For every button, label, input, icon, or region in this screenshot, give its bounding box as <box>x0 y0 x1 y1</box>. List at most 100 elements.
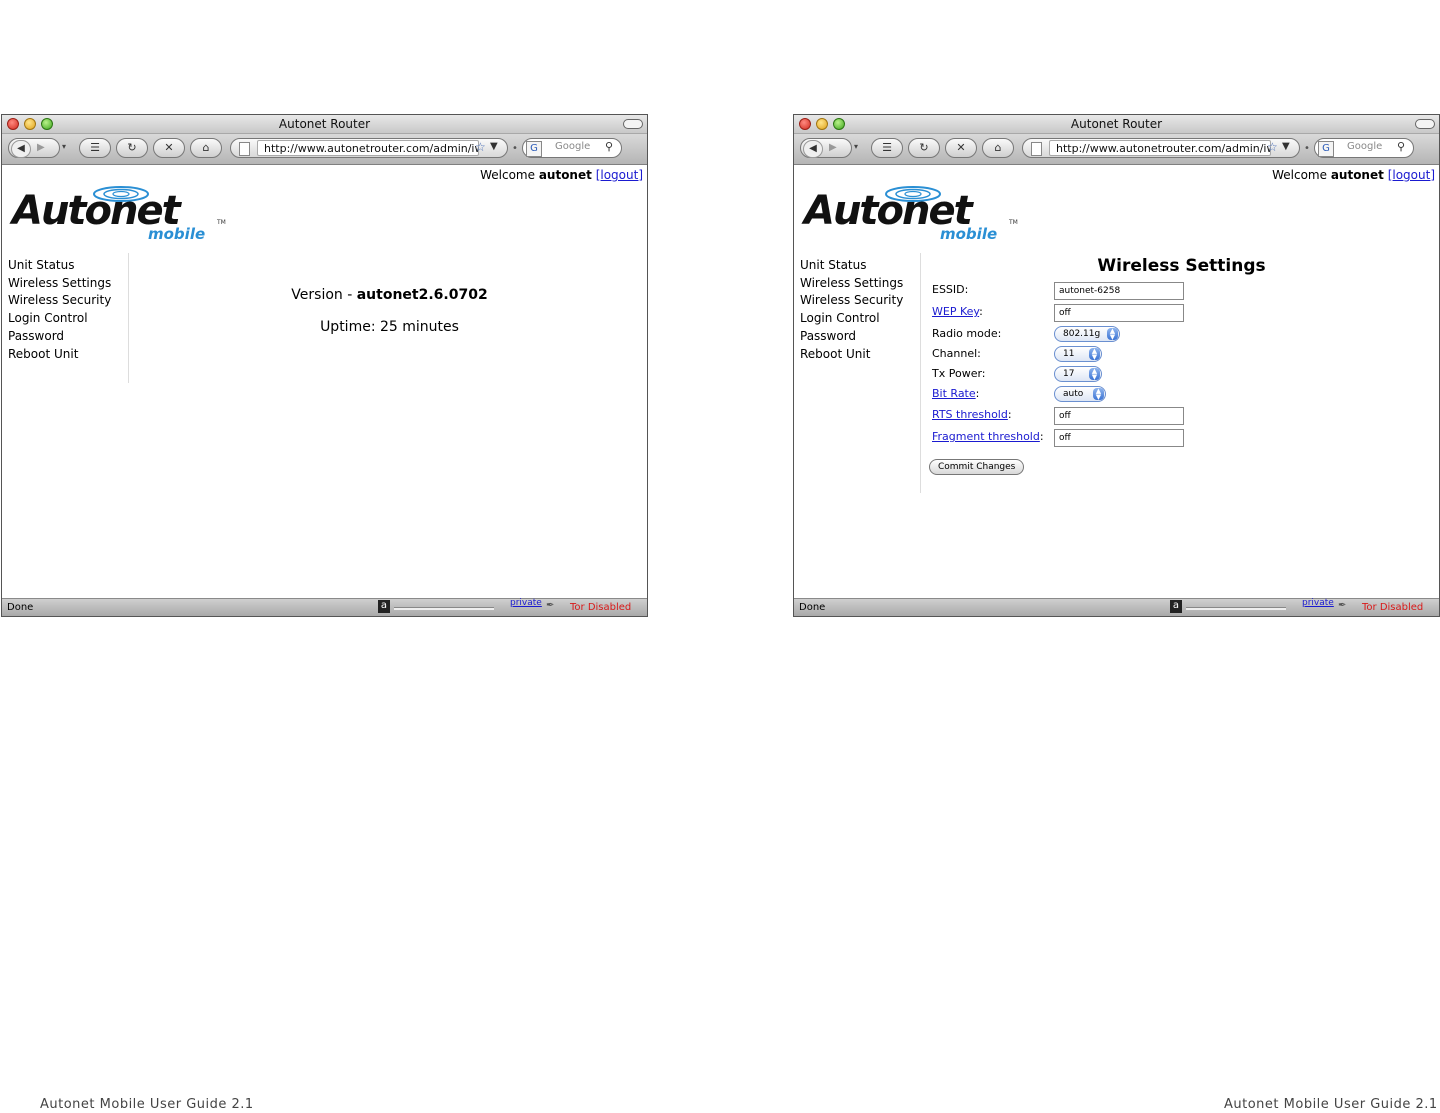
page-document-icon <box>1031 142 1042 156</box>
wep-key-link[interactable]: WEP Key <box>932 305 979 318</box>
fragment-threshold-row: Fragment threshold: <box>932 428 1044 446</box>
nav-item-wireless-settings[interactable]: Wireless Settings <box>800 275 918 293</box>
history-dropdown-icon[interactable]: ▾ <box>854 142 858 151</box>
radio-mode-select[interactable]: 802.11g ▲ ▼ <box>1054 326 1120 342</box>
feather-icon[interactable]: ✒ <box>546 600 554 611</box>
welcome-message: Welcome autonet [logout] <box>480 168 643 182</box>
welcome-prefix: Welcome <box>1272 168 1327 182</box>
forward-arrow-icon[interactable]: ▶ <box>829 139 837 157</box>
url-input[interactable]: http://www.autonetrouter.com/admin/iw <box>257 140 479 156</box>
google-engine-icon[interactable]: G <box>1318 141 1334 157</box>
home-button[interactable]: ⌂ <box>190 138 222 158</box>
forward-arrow-icon[interactable]: ▶ <box>37 139 45 157</box>
history-dropdown-icon[interactable]: ▾ <box>62 142 66 151</box>
fragment-threshold-input[interactable]: off <box>1054 429 1184 447</box>
private-link[interactable]: private <box>510 598 542 608</box>
status-bar: Done a private ✒ Tor Disabled <box>2 598 647 616</box>
rts-threshold-colon: : <box>1007 408 1012 421</box>
status-slider[interactable] <box>1186 607 1286 610</box>
fragment-threshold-link[interactable]: Fragment threshold <box>932 430 1040 443</box>
browser-toolbar: ◀ ▶ ▾ ☰ ↻ ✕ ⌂ http://www.autonetrouter.c… <box>2 134 647 165</box>
logout-link[interactable]: [logout] <box>1388 168 1435 182</box>
footer-left: Autonet Mobile User Guide 2.1 <box>40 1097 254 1112</box>
search-box[interactable]: G Google ⚲ <box>1314 138 1414 158</box>
channel-select[interactable]: 11 ▲ ▼ <box>1054 346 1102 362</box>
page-title: Wireless Settings <box>1097 256 1266 276</box>
nav-item-login-control[interactable]: Login Control <box>800 310 918 328</box>
logo-trademark: TM <box>1009 219 1018 226</box>
reload-button[interactable]: ↻ <box>908 138 940 158</box>
back-arrow-icon[interactable]: ◀ <box>11 140 31 158</box>
bit-rate-row: Bit Rate: <box>932 385 979 403</box>
bit-rate-select[interactable]: auto ▲ ▼ <box>1054 386 1106 402</box>
select-arrows-icon: ▲ ▼ <box>1107 328 1118 341</box>
nav-item-unit-status[interactable]: Unit Status <box>800 257 918 275</box>
stop-button[interactable]: ✕ <box>945 138 977 158</box>
reload-button[interactable]: ↻ <box>116 138 148 158</box>
toolbar-separator: • <box>1304 143 1310 154</box>
search-icon[interactable]: ⚲ <box>1397 140 1405 153</box>
wep-key-colon: : <box>979 305 983 318</box>
nav-item-login-control[interactable]: Login Control <box>8 310 126 328</box>
nav-item-wireless-settings[interactable]: Wireless Settings <box>8 275 126 293</box>
toolbar-toggle-icon[interactable] <box>623 119 643 129</box>
url-dropdown-icon[interactable]: ▼ <box>1282 141 1290 152</box>
logout-link[interactable]: [logout] <box>596 168 643 182</box>
rts-threshold-row: RTS threshold: <box>932 406 1012 424</box>
search-input[interactable]: Google <box>1347 141 1382 152</box>
bookmark-star-icon[interactable]: ☆ <box>1267 140 1278 154</box>
private-link[interactable]: private <box>1302 598 1334 608</box>
nav-item-wireless-security[interactable]: Wireless Security <box>800 292 918 310</box>
nav-item-reboot-unit[interactable]: Reboot Unit <box>800 346 918 364</box>
search-box[interactable]: G Google ⚲ <box>522 138 622 158</box>
nav-item-reboot-unit[interactable]: Reboot Unit <box>8 346 126 364</box>
logo-trademark: TM <box>217 219 226 226</box>
back-forward-buttons[interactable]: ◀ ▶ <box>800 138 852 158</box>
window-title: Autonet Router <box>1070 117 1163 131</box>
bookmarks-button[interactable]: ☰ <box>871 138 903 158</box>
back-arrow-icon[interactable]: ◀ <box>803 140 823 158</box>
home-button[interactable]: ⌂ <box>982 138 1014 158</box>
page-content: Welcome autonet [logout] Autonet TM mobi… <box>794 165 1439 599</box>
bookmarks-button[interactable]: ☰ <box>79 138 111 158</box>
nav-item-password[interactable]: Password <box>800 328 918 346</box>
nav-item-password[interactable]: Password <box>8 328 126 346</box>
back-forward-buttons[interactable]: ◀ ▶ <box>8 138 60 158</box>
bit-rate-value: auto <box>1063 389 1084 399</box>
tor-status[interactable]: Tor Disabled <box>1362 602 1423 613</box>
search-input[interactable]: Google <box>555 141 590 152</box>
username: autonet <box>1330 168 1384 182</box>
version-value: autonet2.6.0702 <box>356 287 488 303</box>
reload-icon: ↻ <box>919 141 929 154</box>
home-icon: ⌂ <box>202 141 210 154</box>
tor-status[interactable]: Tor Disabled <box>570 602 631 613</box>
nav-item-wireless-security[interactable]: Wireless Security <box>8 292 126 310</box>
url-dropdown-icon[interactable]: ▼ <box>490 141 498 152</box>
reload-icon: ↻ <box>127 141 137 154</box>
stop-button[interactable]: ✕ <box>153 138 185 158</box>
address-bar: http://www.autonetrouter.com/admin/iw ☆ … <box>230 138 508 158</box>
bookmark-star-icon[interactable]: ☆ <box>475 140 486 154</box>
search-icon[interactable]: ⚲ <box>605 140 613 153</box>
tx-power-select[interactable]: 17 ▲ ▼ <box>1054 366 1102 382</box>
bookmarks-icon: ☰ <box>90 141 100 154</box>
google-engine-icon[interactable]: G <box>526 141 542 157</box>
url-input[interactable]: http://www.autonetrouter.com/admin/iw <box>1049 140 1271 156</box>
tx-power-label: Tx Power: <box>932 367 986 380</box>
uptime-line: Uptime: 25 minutes <box>320 319 459 335</box>
rts-threshold-link[interactable]: RTS threshold <box>932 408 1008 421</box>
status-info: Version - autonet2.6.0702 Uptime: 25 min… <box>132 287 647 351</box>
addon-a-icon[interactable]: a <box>378 600 390 613</box>
wep-key-input[interactable]: off <box>1054 304 1184 322</box>
bit-rate-link[interactable]: Bit Rate <box>932 387 976 400</box>
toolbar-toggle-icon[interactable] <box>1415 119 1435 129</box>
select-arrows-icon: ▲ ▼ <box>1089 348 1100 361</box>
status-slider[interactable] <box>394 607 494 610</box>
addon-a-icon[interactable]: a <box>1170 600 1182 613</box>
feather-icon[interactable]: ✒ <box>1338 600 1346 611</box>
essid-input[interactable]: autonet-6258 <box>1054 282 1184 300</box>
commit-changes-button[interactable]: Commit Changes <box>929 459 1025 475</box>
nav-item-unit-status[interactable]: Unit Status <box>8 257 126 275</box>
radio-mode-value: 802.11g <box>1063 329 1101 339</box>
rts-threshold-input[interactable]: off <box>1054 407 1184 425</box>
